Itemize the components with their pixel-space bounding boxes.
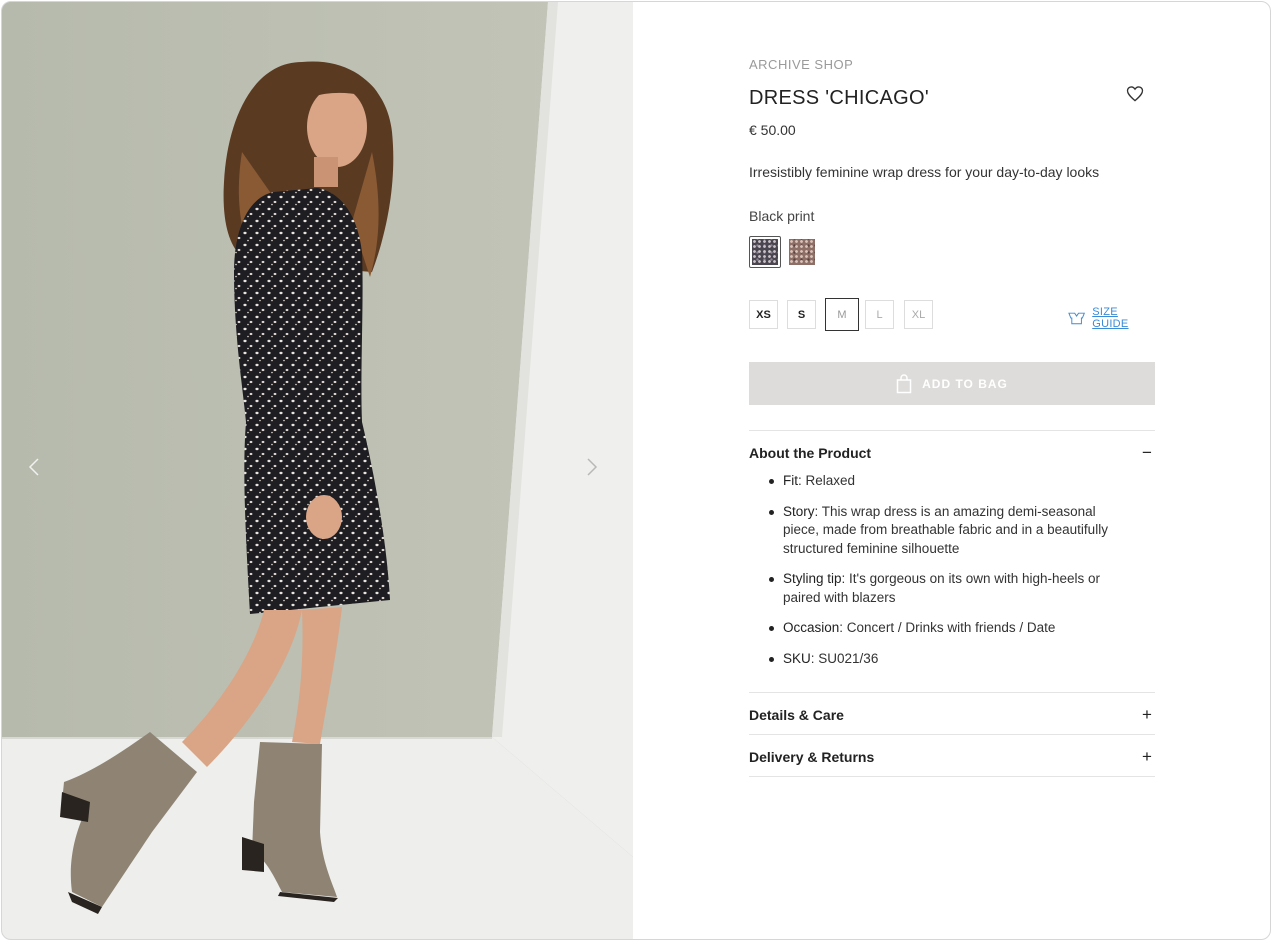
accordion-delivery-title: Delivery & Returns (749, 749, 875, 765)
selected-color-label: Black print (749, 208, 815, 224)
list-item: Styling tip: It's gorgeous on its own wi… (769, 570, 1129, 607)
divider (749, 734, 1155, 735)
size-option-m[interactable]: M (825, 298, 859, 331)
accordion-about-product[interactable]: About the Product − (749, 443, 1155, 463)
accordion-about-title: About the Product (749, 445, 872, 461)
product-title: DRESS 'CHICAGO' (749, 87, 929, 109)
gallery-next-button[interactable] (586, 457, 610, 489)
product-description: Irresistibly feminine wrap dress for you… (749, 164, 1100, 180)
chevron-left-icon (28, 458, 39, 476)
gallery-prev-button[interactable] (28, 457, 52, 489)
list-item: SKU: SU021/36 (769, 650, 1129, 669)
expand-icon: + (1142, 747, 1152, 766)
add-to-bag-label: ADD TO BAG (922, 376, 1008, 391)
collapse-icon: − (1142, 443, 1152, 462)
size-option-xs[interactable]: XS (749, 300, 778, 329)
divider (749, 430, 1155, 431)
list-item: Story: This wrap dress is an amazing dem… (769, 503, 1129, 559)
list-item: Fit: Relaxed (769, 472, 1129, 491)
product-image-gallery[interactable] (2, 2, 633, 939)
accordion-details-title: Details & Care (749, 707, 844, 723)
accordion-details-care[interactable]: Details & Care + (749, 705, 1155, 725)
size-option-l[interactable]: L (865, 300, 894, 329)
shopping-bag-icon (896, 373, 912, 393)
expand-icon: + (1142, 705, 1152, 724)
product-page: ARCHIVE SHOP DRESS 'CHICAGO' € 50.00 Irr… (1, 1, 1271, 940)
product-photo (2, 2, 633, 939)
size-option-xl[interactable]: XL (904, 300, 933, 329)
divider (749, 776, 1155, 777)
list-item: Occasion: Concert / Drinks with friends … (769, 619, 1129, 638)
brand-label: ARCHIVE SHOP (749, 57, 854, 72)
product-attributes-list: Fit: Relaxed Story: This wrap dress is a… (769, 472, 1129, 680)
accordion-delivery-returns[interactable]: Delivery & Returns + (749, 747, 1155, 767)
product-price: € 50.00 (749, 122, 796, 138)
color-swatch-black-print[interactable] (749, 236, 781, 268)
wishlist-button[interactable] (1125, 84, 1145, 104)
size-guide-link[interactable]: SIZE GUIDE (1067, 306, 1155, 330)
chevron-right-icon (587, 458, 598, 476)
divider (749, 692, 1155, 693)
size-option-s[interactable]: S (787, 300, 816, 329)
hanger-icon (1068, 312, 1086, 325)
color-swatch-brown-print[interactable] (786, 236, 818, 268)
size-guide-label: SIZE GUIDE (1092, 306, 1129, 330)
heart-icon (1126, 86, 1144, 102)
add-to-bag-button[interactable]: ADD TO BAG (749, 362, 1155, 405)
